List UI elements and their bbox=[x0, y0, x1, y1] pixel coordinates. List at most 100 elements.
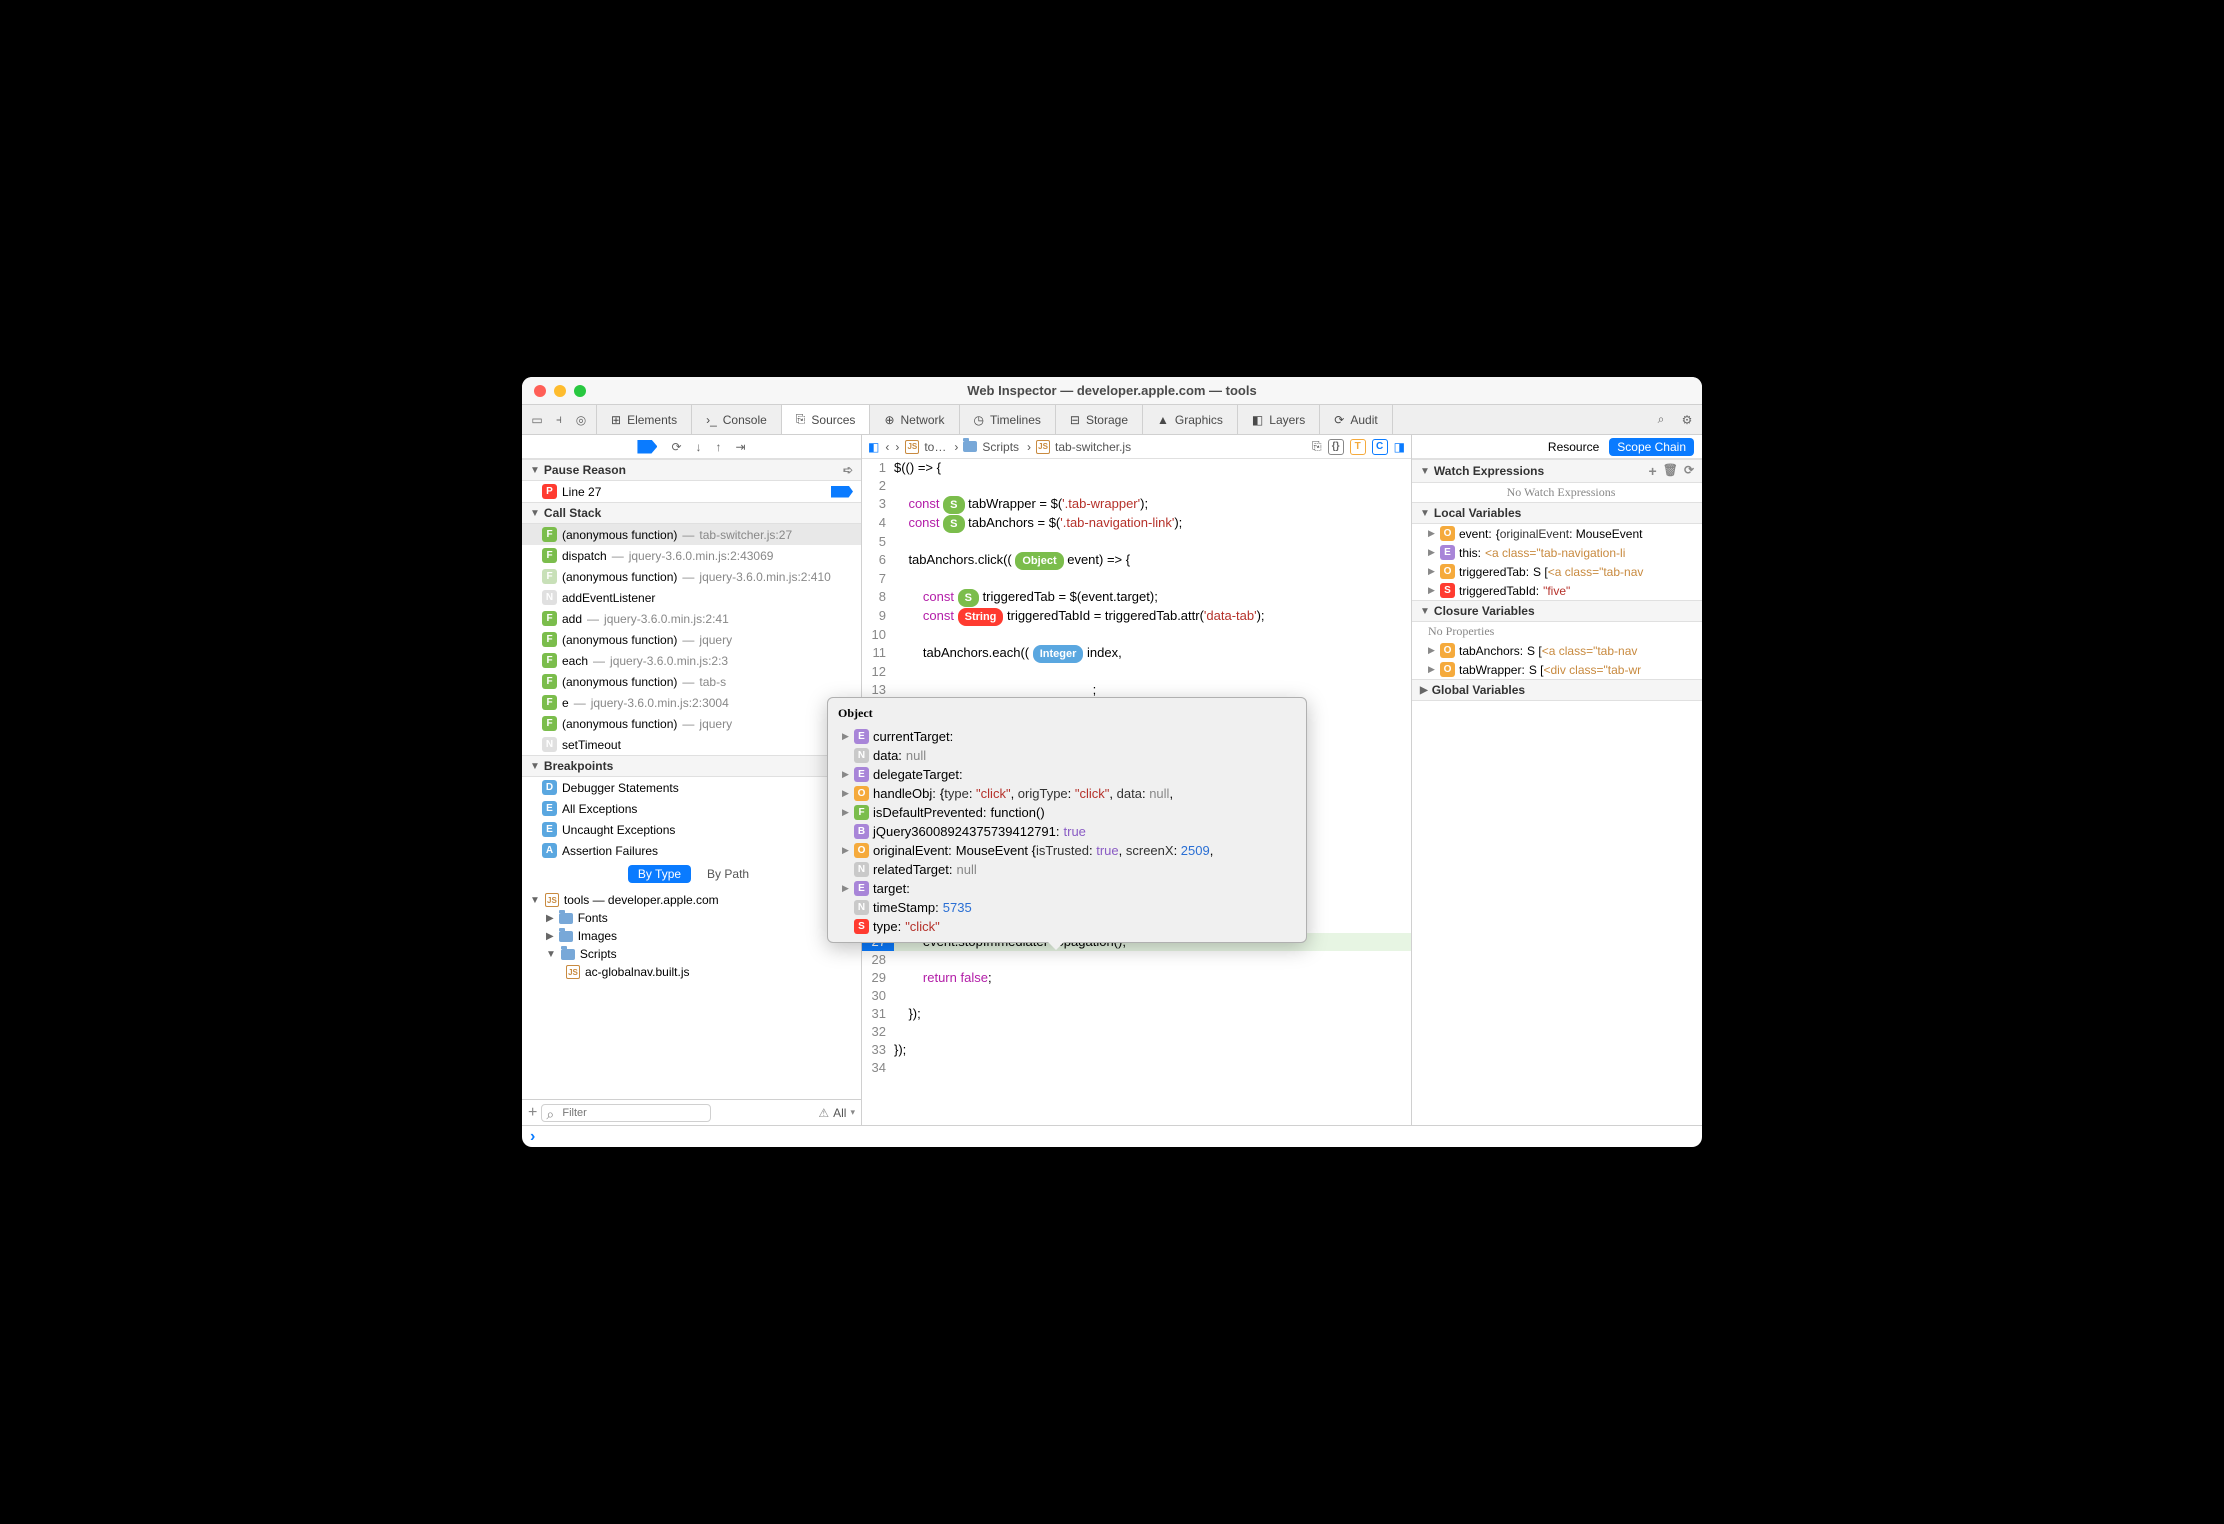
nav-back-icon[interactable]: ‹ bbox=[885, 440, 889, 454]
tree-folder[interactable]: ▶Images bbox=[522, 927, 861, 945]
scope-variable-row[interactable]: ▶S triggeredTabId: "five" bbox=[1412, 581, 1702, 600]
popover-property-row[interactable]: ▶E currentTarget: bbox=[838, 727, 1296, 746]
step-over-icon[interactable]: ⟳ bbox=[671, 440, 681, 454]
trash-icon[interactable]: 🗑 bbox=[1663, 463, 1678, 479]
tab-graphics[interactable]: ▲Graphics bbox=[1143, 405, 1238, 434]
code-line[interactable]: 8 const S triggeredTab = $(event.target)… bbox=[862, 588, 1411, 607]
popover-property-row[interactable]: ▶F isDefaultPrevented: function() bbox=[838, 803, 1296, 822]
code-line[interactable]: 30 bbox=[862, 987, 1411, 1005]
tree-root[interactable]: ▼ JS tools — developer.apple.com bbox=[522, 891, 861, 909]
popover-property-row[interactable]: ▶S type: "click" bbox=[838, 917, 1296, 936]
settings-icon[interactable]: ⚙ bbox=[1678, 411, 1696, 429]
breakpoint-row[interactable]: EAll Exceptions bbox=[522, 798, 861, 819]
scope-variable-row[interactable]: ▶O tabWrapper: S [<div class="tab-wr bbox=[1412, 660, 1702, 679]
popover-property-row[interactable]: ▶N relatedTarget: null bbox=[838, 860, 1296, 879]
dock-side-icon[interactable]: ▭ bbox=[528, 411, 546, 429]
pause-reason-row[interactable]: P Line 27 bbox=[522, 481, 861, 502]
call-stack-frame[interactable]: F(anonymous function) — tab-switcher.js:… bbox=[522, 524, 861, 545]
breakpoint-row[interactable]: AAssertion Failures bbox=[522, 840, 861, 861]
call-stack-frame[interactable]: F(anonymous function) — jquery bbox=[522, 629, 861, 650]
call-stack-frame[interactable]: F(anonymous function) — tab-s bbox=[522, 671, 861, 692]
code-line[interactable]: 12 bbox=[862, 663, 1411, 681]
code-line[interactable]: 28 bbox=[862, 951, 1411, 969]
step-icon[interactable]: ⇥ bbox=[736, 440, 746, 454]
tree-file[interactable]: JSac-globalnav.built.js bbox=[522, 963, 861, 981]
by-type-button[interactable]: By Type bbox=[628, 865, 691, 883]
resource-tab[interactable]: Resource bbox=[1548, 440, 1599, 454]
tab-network[interactable]: ⊕Network bbox=[870, 405, 959, 434]
search-icon[interactable]: ⌕ bbox=[1652, 411, 1670, 429]
code-line[interactable]: 33}); bbox=[862, 1041, 1411, 1059]
code-line[interactable]: 29 return false; bbox=[862, 969, 1411, 987]
tab-timelines[interactable]: ◷Timelines bbox=[960, 405, 1056, 434]
global-vars-header[interactable]: ▶ Global Variables bbox=[1412, 679, 1702, 701]
popover-property-row[interactable]: ▶B jQuery36008924375739412791: true bbox=[838, 822, 1296, 841]
breakpoint-row[interactable]: DDebugger Statements bbox=[522, 777, 861, 798]
toggle-sidebar-icon[interactable]: ◧ bbox=[868, 440, 879, 454]
code-line[interactable]: 6 tabAnchors.click(( Object event) => { bbox=[862, 551, 1411, 570]
call-stack-frame[interactable]: Fdispatch — jquery-3.6.0.min.js:2:43069 bbox=[522, 545, 861, 566]
popover-property-row[interactable]: ▶O originalEvent: MouseEvent {isTrusted:… bbox=[838, 841, 1296, 860]
popover-property-row[interactable]: ▶O handleObj: {type: "click", origType: … bbox=[838, 784, 1296, 803]
prettify-button[interactable]: {} bbox=[1328, 439, 1344, 455]
breakpoint-row[interactable]: EUncaught Exceptions bbox=[522, 819, 861, 840]
watch-header[interactable]: ▼ Watch Expressions + 🗑 ⟳ bbox=[1412, 459, 1702, 483]
call-stack-frame[interactable]: Fe — jquery-3.6.0.min.js:2:3004 bbox=[522, 692, 861, 713]
code-line[interactable]: 31 }); bbox=[862, 1005, 1411, 1023]
call-stack-frame[interactable]: F(anonymous function) — jquery-3.6.0.min… bbox=[522, 566, 861, 587]
scope-chain-tab[interactable]: Scope Chain bbox=[1609, 438, 1694, 456]
scope-variable-row[interactable]: ▶O tabAnchors: S [<a class="tab-nav bbox=[1412, 641, 1702, 660]
code-line[interactable]: 9 const String triggeredTabId = triggere… bbox=[862, 607, 1411, 626]
step-into-icon[interactable]: ↓ bbox=[696, 440, 702, 454]
tab-console[interactable]: ›_Console bbox=[692, 405, 782, 434]
tab-audit[interactable]: ⟳Audit bbox=[1320, 405, 1392, 434]
call-stack-header[interactable]: ▼ Call Stack bbox=[522, 502, 861, 524]
console-prompt[interactable]: › bbox=[522, 1125, 1702, 1147]
popover-property-row[interactable]: ▶N data: null bbox=[838, 746, 1296, 765]
crumb[interactable]: to… bbox=[921, 440, 949, 454]
call-stack-frame[interactable]: Fadd — jquery-3.6.0.min.js:2:41 bbox=[522, 608, 861, 629]
toggle-right-sidebar-icon[interactable]: ◨ bbox=[1394, 440, 1405, 454]
add-watch-icon[interactable]: + bbox=[1649, 463, 1657, 479]
closure-vars-header[interactable]: ▼ Closure Variables bbox=[1412, 600, 1702, 622]
scope-variable-row[interactable]: ▶O triggeredTab: S [<a class="tab-nav bbox=[1412, 562, 1702, 581]
navigate-icon[interactable]: ➪ bbox=[843, 463, 853, 477]
call-stack-frame[interactable]: NaddEventListener bbox=[522, 587, 861, 608]
popover-property-row[interactable]: ▶N timeStamp: 5735 bbox=[838, 898, 1296, 917]
code-line[interactable]: 5 bbox=[862, 533, 1411, 551]
tree-folder[interactable]: ▼Scripts bbox=[522, 945, 861, 963]
refresh-icon[interactable]: ⟳ bbox=[1684, 463, 1694, 479]
call-stack-frame[interactable]: Feach — jquery-3.6.0.min.js:2:3 bbox=[522, 650, 861, 671]
add-button[interactable]: + bbox=[528, 1104, 537, 1122]
type-profile-button[interactable]: T bbox=[1350, 439, 1366, 455]
tree-folder[interactable]: ▶Fonts bbox=[522, 909, 861, 927]
scope-variable-row[interactable]: ▶O event: {originalEvent: MouseEvent bbox=[1412, 524, 1702, 543]
code-line[interactable]: 34 bbox=[862, 1059, 1411, 1077]
dropdown-icon[interactable]: ▾ bbox=[850, 1107, 855, 1118]
crumb[interactable]: tab-switcher.js bbox=[1052, 440, 1134, 454]
scope-variable-row[interactable]: ▶E this: <a class="tab-navigation-li bbox=[1412, 543, 1702, 562]
code-line[interactable]: 1$(() => { bbox=[862, 459, 1411, 477]
code-line[interactable]: 3 const S tabWrapper = $('.tab-wrapper')… bbox=[862, 495, 1411, 514]
warning-icon[interactable]: ⚠ bbox=[818, 1106, 829, 1120]
code-line[interactable]: 10 bbox=[862, 626, 1411, 644]
coverage-button[interactable]: C bbox=[1372, 439, 1388, 455]
tab-layers[interactable]: ◧Layers bbox=[1238, 405, 1320, 434]
call-stack-frame[interactable]: NsetTimeout bbox=[522, 734, 861, 755]
tab-sources[interactable]: ⎘Sources bbox=[782, 405, 871, 434]
by-path-button[interactable]: By Path bbox=[701, 865, 755, 883]
code-line[interactable]: 11 tabAnchors.each(( Integer index, bbox=[862, 644, 1411, 663]
target-icon[interactable]: ◎ bbox=[572, 411, 590, 429]
code-line[interactable]: 7 bbox=[862, 570, 1411, 588]
tab-storage[interactable]: ⊟Storage bbox=[1056, 405, 1143, 434]
local-vars-header[interactable]: ▼ Local Variables bbox=[1412, 502, 1702, 524]
code-line[interactable]: 2 bbox=[862, 477, 1411, 495]
popover-property-row[interactable]: ▶E target: bbox=[838, 879, 1296, 898]
step-out-icon[interactable]: ↑ bbox=[716, 440, 722, 454]
popover-property-row[interactable]: ▶E delegateTarget: bbox=[838, 765, 1296, 784]
pause-reason-header[interactable]: ▼ Pause Reason ➪ bbox=[522, 459, 861, 481]
dock-bottom-icon[interactable]: ⫞ bbox=[550, 411, 568, 429]
filter-input[interactable] bbox=[541, 1104, 711, 1122]
nav-forward-icon[interactable]: › bbox=[895, 440, 899, 454]
resume-button[interactable] bbox=[637, 440, 657, 454]
